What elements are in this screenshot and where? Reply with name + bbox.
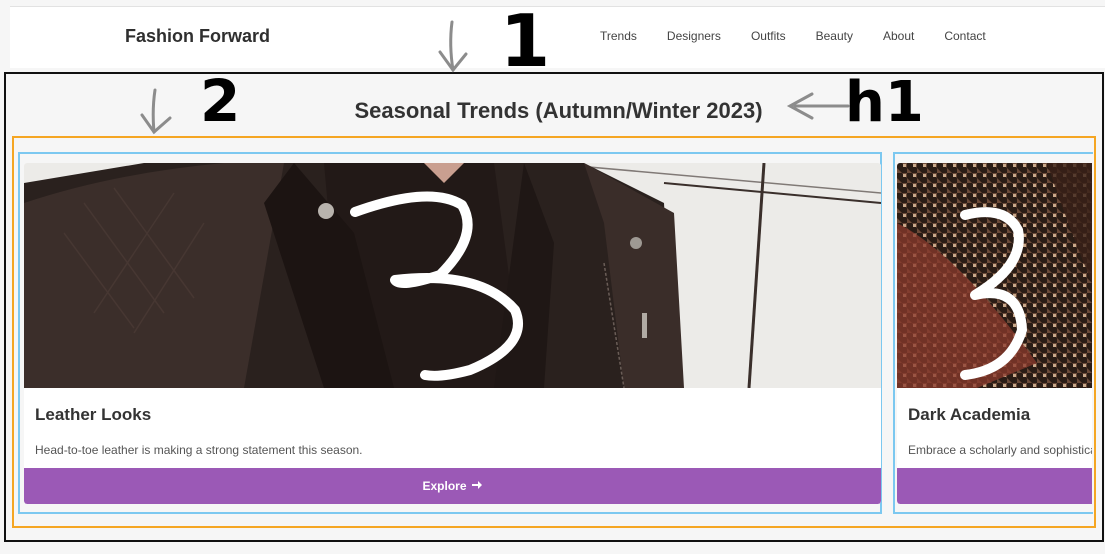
explore-button-label: Explore xyxy=(422,479,467,493)
explore-button[interactable] xyxy=(897,468,1092,504)
nav-outfits[interactable]: Outfits xyxy=(751,29,786,43)
annotation-label: 1 xyxy=(500,0,551,83)
annotation-label: h1 xyxy=(845,70,924,135)
section-title: Seasonal Trends (Autumn/Winter 2023) xyxy=(354,98,763,123)
explore-button[interactable]: Explore xyxy=(24,468,881,504)
nav-contact[interactable]: Contact xyxy=(944,29,985,43)
trend-card-leather[interactable]: Leather Looks Head-to-toe leather is mak… xyxy=(24,163,881,504)
leather-jacket-photo xyxy=(24,163,881,388)
card-title: Dark Academia xyxy=(908,405,1031,424)
site-header: Fashion Forward Trends Designers Outfits… xyxy=(10,6,1105,68)
brand-logo[interactable]: Fashion Forward xyxy=(125,26,270,47)
trend-card-dark-academia[interactable]: Dark Academia Embrace a scholarly and so… xyxy=(897,163,1092,504)
annotation-label: 2 xyxy=(200,67,241,135)
arrow-right-icon xyxy=(471,479,483,494)
nav-trends[interactable]: Trends xyxy=(600,29,637,43)
card-title: Leather Looks xyxy=(35,405,152,424)
card-description: Head-to-toe leather is making a strong s… xyxy=(35,443,363,457)
nav-beauty[interactable]: Beauty xyxy=(816,29,853,43)
card-description: Embrace a scholarly and sophisticated xyxy=(908,443,1092,457)
houndstooth-coat-photo xyxy=(897,163,1092,388)
nav-designers[interactable]: Designers xyxy=(667,29,721,43)
nav-about[interactable]: About xyxy=(883,29,914,43)
page: Fashion Forward Trends Designers Outfits… xyxy=(0,0,1105,554)
main-nav: Trends Designers Outfits Beauty About Co… xyxy=(600,29,986,43)
